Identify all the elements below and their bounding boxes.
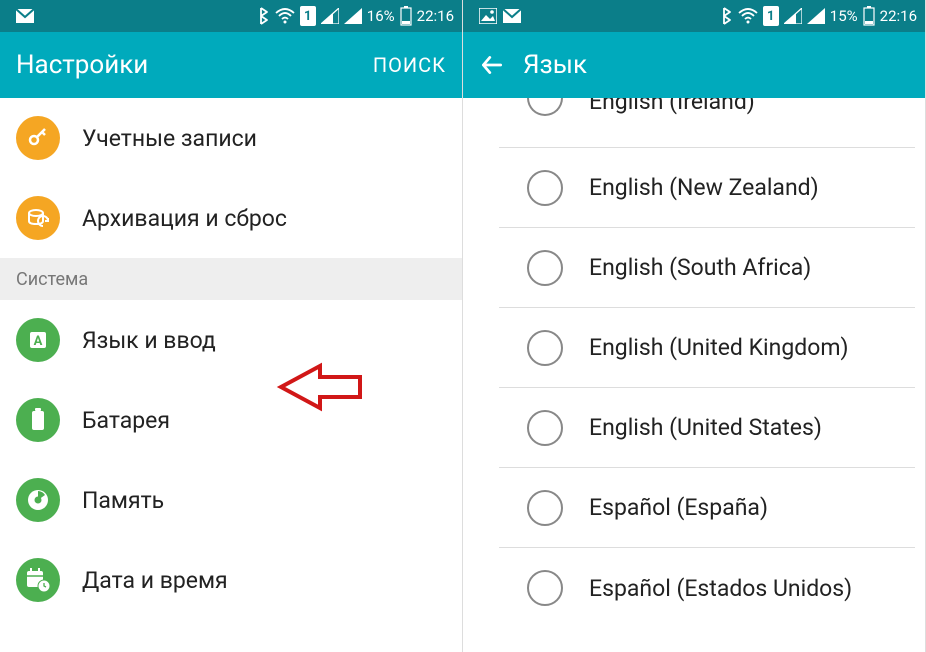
sim-icon: 1 (300, 6, 316, 26)
radio-icon (527, 330, 563, 366)
wifi-icon (738, 8, 758, 24)
appbar-settings: Настройки ПОИСК (0, 32, 462, 98)
key-icon (16, 116, 60, 160)
language-option[interactable]: Español (España) (499, 468, 915, 548)
gmail-icon (503, 9, 521, 23)
clock-time: 22:16 (417, 7, 454, 25)
language-screen: 1 15% 22:16 Язык English (Ireland) (463, 0, 926, 652)
back-button[interactable] (479, 52, 505, 78)
language-option[interactable]: English (Ireland) (499, 98, 915, 148)
language-option[interactable]: English (United States) (499, 388, 915, 468)
battery-icon (400, 6, 412, 26)
radio-icon (527, 570, 563, 606)
statusbar-left: 1 16% 22:16 (0, 0, 462, 32)
settings-list: Учетные записи Архивация и сброс Система… (0, 98, 462, 652)
settings-item-label: Батарея (82, 407, 170, 434)
bluetooth-icon (258, 7, 270, 25)
language-icon: A (16, 318, 60, 362)
signal-icon-1 (784, 8, 802, 24)
settings-item-label: Архивация и сброс (82, 205, 287, 232)
settings-item-battery[interactable]: Батарея (0, 380, 462, 460)
page-title: Настройки (16, 50, 148, 80)
storage-icon (16, 478, 60, 522)
search-button[interactable]: ПОИСК (373, 53, 446, 77)
language-label: Español (España) (589, 494, 768, 521)
language-label: English (United Kingdom) (589, 334, 849, 361)
language-option[interactable]: English (New Zealand) (499, 148, 915, 228)
picture-icon (479, 8, 497, 24)
calendar-clock-icon (16, 558, 60, 602)
language-label: English (Ireland) (589, 98, 755, 115)
battery-pct: 15% (830, 7, 858, 25)
backup-reset-icon (16, 196, 60, 240)
page-title: Язык (523, 50, 587, 80)
radio-icon (527, 250, 563, 286)
battery-settings-icon (16, 398, 60, 442)
language-label: Español (Estados Unidos) (589, 575, 852, 602)
radio-icon (527, 490, 563, 526)
settings-item-label: Память (82, 487, 164, 514)
signal-icon-1 (321, 8, 339, 24)
battery-pct: 16% (367, 7, 395, 25)
radio-icon (527, 98, 563, 116)
settings-item-label: Язык и ввод (82, 327, 216, 354)
radio-icon (527, 410, 563, 446)
language-option[interactable]: Español (Estados Unidos) (499, 548, 915, 628)
gmail-icon (16, 9, 34, 23)
settings-item-datetime[interactable]: Дата и время (0, 540, 462, 620)
language-label: English (United States) (589, 414, 822, 441)
settings-item-storage[interactable]: Память (0, 460, 462, 540)
signal-icon-2 (807, 8, 825, 24)
language-option[interactable]: English (United Kingdom) (499, 308, 915, 388)
svg-text:A: A (34, 334, 43, 349)
language-label: English (South Africa) (589, 254, 811, 281)
language-list[interactable]: English (Ireland) English (New Zealand) … (463, 98, 925, 652)
bluetooth-icon (721, 7, 733, 25)
sim-icon: 1 (763, 6, 779, 26)
appbar-language: Язык (463, 32, 925, 98)
settings-item-language-input[interactable]: A Язык и ввод (0, 300, 462, 380)
settings-item-label: Дата и время (82, 567, 228, 594)
wifi-icon (275, 8, 295, 24)
radio-icon (527, 170, 563, 206)
language-option[interactable]: English (South Africa) (499, 228, 915, 308)
section-header-system: Система (0, 258, 462, 300)
language-label: English (New Zealand) (589, 174, 819, 201)
battery-icon (863, 6, 875, 26)
signal-icon-2 (344, 8, 362, 24)
settings-screen: 1 16% 22:16 Настройки ПОИСК Учетные запи… (0, 0, 463, 652)
settings-item-accounts[interactable]: Учетные записи (0, 98, 462, 178)
settings-item-label: Учетные записи (82, 125, 257, 152)
clock-time: 22:16 (880, 7, 917, 25)
settings-item-backup[interactable]: Архивация и сброс (0, 178, 462, 258)
statusbar-right: 1 15% 22:16 (463, 0, 925, 32)
